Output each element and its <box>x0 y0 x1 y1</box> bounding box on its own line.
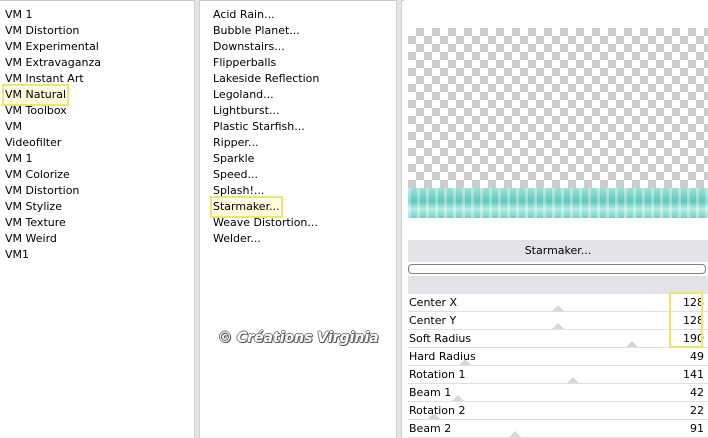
filter-title: Starmaker... <box>408 240 708 262</box>
separator-bar <box>408 276 708 294</box>
filter-item[interactable]: Lakeside Reflection <box>213 71 319 87</box>
param-row[interactable]: Rotation 2 22 <box>408 402 708 420</box>
param-label: Center Y <box>409 314 457 327</box>
filter-item[interactable]: Speed... <box>213 167 258 183</box>
category-item[interactable]: VM Experimental <box>5 39 99 55</box>
category-item[interactable]: VM Toolbox <box>5 103 67 119</box>
filter-item[interactable]: Downstairs... <box>213 39 285 55</box>
filter-item[interactable]: Flipperballs <box>213 55 276 71</box>
param-row[interactable]: Beam 1 42 <box>408 384 708 402</box>
category-item[interactable]: VM Instant Art <box>5 71 84 87</box>
water-reflection <box>408 188 708 218</box>
slider-thumb[interactable] <box>509 431 522 437</box>
param-label: Beam 1 <box>409 386 452 399</box>
category-item[interactable]: VM Colorize <box>5 167 70 183</box>
filter-panel: Starmaker... Center X 128 Center Y 128 Soft … <box>404 0 708 438</box>
slider-thumb[interactable] <box>451 395 464 401</box>
filter-item[interactable]: Welder... <box>213 231 261 247</box>
slider-thumb[interactable] <box>552 305 564 311</box>
preview-image <box>408 28 708 218</box>
filter-item[interactable]: Bubble Planet... <box>213 23 300 39</box>
category-item[interactable]: VM1 <box>5 247 29 263</box>
category-item[interactable]: VM <box>5 119 22 135</box>
category-list[interactable]: VM 1 VM Distortion VM Experimental VM Extra… <box>0 0 192 438</box>
category-item[interactable]: VM Natural <box>1 84 70 106</box>
watermark: © Créations Virginia <box>218 330 379 346</box>
param-row[interactable]: Beam 2 91 <box>408 420 708 438</box>
category-item[interactable]: VM 1 <box>5 7 33 23</box>
param-row[interactable]: Center Y 128 <box>408 312 708 330</box>
param-label: Center X <box>409 296 458 309</box>
category-item[interactable]: VM Distortion <box>5 183 79 199</box>
panel-divider <box>396 0 402 438</box>
param-label: Rotation 1 <box>409 368 466 381</box>
category-item[interactable]: VM Extravaganza <box>5 55 101 71</box>
filter-item[interactable]: Legoland... <box>213 87 274 103</box>
slider-thumb[interactable] <box>567 377 579 383</box>
filter-item[interactable]: Ripper... <box>213 135 258 151</box>
filter-item[interactable]: Weave Distortion... <box>213 215 318 231</box>
param-label: Rotation 2 <box>409 404 466 417</box>
param-value: 141 <box>683 368 704 381</box>
param-label: Hard Radius <box>409 350 476 363</box>
category-item[interactable]: VM 1 <box>5 151 33 167</box>
filter-item[interactable]: Plastic Starfish... <box>213 119 305 135</box>
param-label: Beam 2 <box>409 422 452 435</box>
progress-bar <box>408 264 706 274</box>
filter-item[interactable]: Starmaker... <box>210 196 283 218</box>
param-value: 22 <box>690 404 704 417</box>
param-value: 91 <box>690 422 704 435</box>
category-item[interactable]: Videofilter <box>5 135 61 151</box>
param-row[interactable]: Center X 128 <box>408 294 708 312</box>
slider-thumb[interactable] <box>552 323 564 329</box>
param-value: 49 <box>690 350 704 363</box>
param-row[interactable]: Soft Radius 190 <box>408 330 708 348</box>
param-label: Soft Radius <box>409 332 472 345</box>
category-item[interactable]: VM Texture <box>5 215 66 231</box>
param-row[interactable]: Rotation 1 141 <box>408 366 708 384</box>
category-item[interactable]: VM Distortion <box>5 23 79 39</box>
filter-item[interactable]: Lightburst... <box>213 103 279 119</box>
category-item[interactable]: VM Weird <box>5 231 57 247</box>
filter-item[interactable]: Splash!... <box>213 183 264 199</box>
filter-item[interactable]: Acid Rain... <box>213 7 275 23</box>
param-row[interactable]: Hard Radius 49 <box>408 348 708 366</box>
slider-thumb[interactable] <box>625 341 638 347</box>
param-value: 42 <box>690 386 704 399</box>
filter-list[interactable]: Acid Rain... Bubble Planet... Downstairs..… <box>200 0 396 438</box>
filter-item[interactable]: Sparkle <box>213 151 254 167</box>
value-highlight <box>669 292 703 348</box>
category-item[interactable]: VM Stylize <box>5 199 62 215</box>
